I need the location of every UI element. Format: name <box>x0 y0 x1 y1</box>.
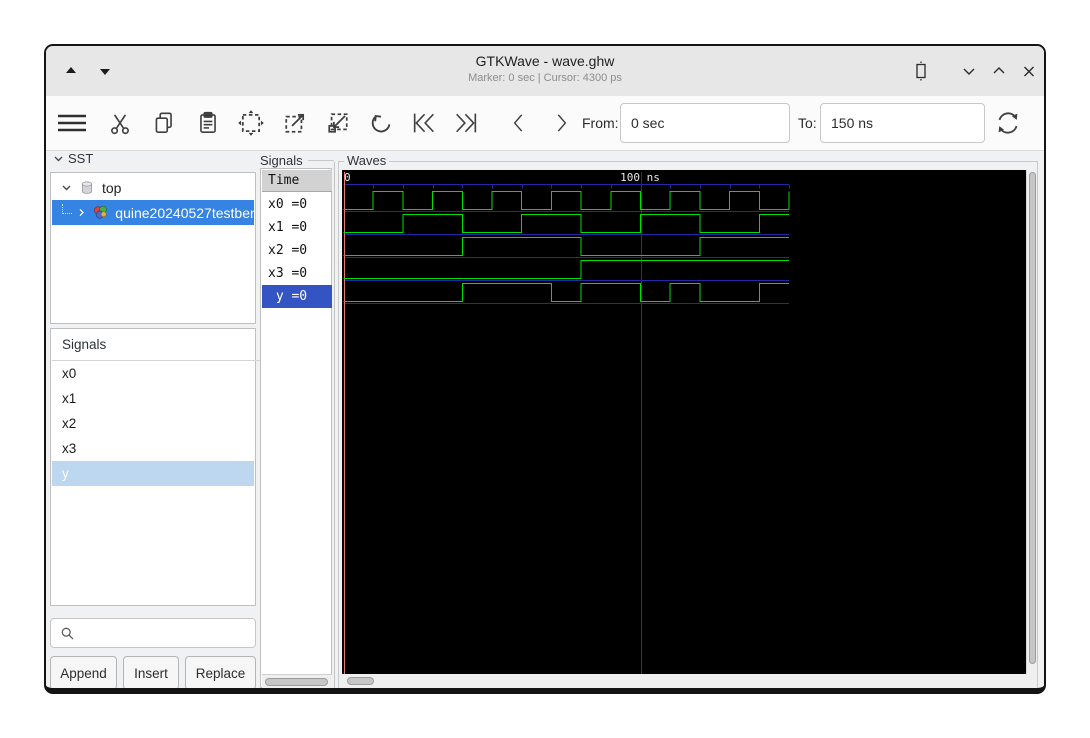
chevron-down-icon <box>62 185 71 191</box>
toolbar: From: To: <box>46 96 1044 151</box>
zoom-fit-button[interactable] <box>235 107 267 139</box>
zoom-out-button[interactable] <box>322 107 354 139</box>
fit-frame-icon[interactable] <box>910 60 932 82</box>
sst-header: SST <box>68 151 94 166</box>
signals-frame-line <box>308 160 334 161</box>
search-icon <box>61 627 74 640</box>
wave-vscrollbar[interactable] <box>1026 170 1037 674</box>
pane-splitter[interactable] <box>334 162 335 688</box>
cut-button[interactable] <box>104 107 136 139</box>
trace-name-x2[interactable]: x2 =0 <box>262 239 332 262</box>
zoom-in-button[interactable] <box>279 107 311 139</box>
gtkwave-window: GTKWave - wave.ghw Marker: 0 sec | Curso… <box>44 44 1046 694</box>
sst-tree: top quine20240527testbench <box>50 172 256 324</box>
sst-expander-icon[interactable] <box>52 152 66 166</box>
tree-item-testbench[interactable]: quine20240527testbench <box>52 200 254 225</box>
signal-list-item-x2[interactable]: x2 <box>52 411 254 436</box>
signal-list-item-y[interactable]: y <box>52 461 254 486</box>
undo-button[interactable] <box>365 107 397 139</box>
waves-frame-label: Waves <box>344 153 390 168</box>
go-first-button[interactable] <box>408 107 440 139</box>
trace-name-x1[interactable]: x1 =0 <box>262 216 332 239</box>
trace-name-y[interactable]: y =0 <box>262 285 332 308</box>
tree-branch-line <box>62 203 72 214</box>
go-back-button[interactable] <box>503 107 535 139</box>
insert-button[interactable]: Insert <box>123 656 179 688</box>
copy-button[interactable] <box>148 107 180 139</box>
time-header: Time <box>262 170 332 192</box>
append-button[interactable]: Append <box>50 656 117 688</box>
maximize-chevron-up-icon[interactable] <box>988 60 1010 82</box>
to-label: To: <box>798 115 817 131</box>
tree-item-label: top <box>102 179 122 196</box>
component-icon <box>94 205 108 219</box>
timeline-major-label: 100 ns <box>620 171 660 184</box>
cylinder-icon <box>82 181 92 194</box>
chevron-right-icon <box>79 208 84 217</box>
signal-search-panel: Signals x0 x1 x2 x3 y <box>50 328 264 606</box>
wave-hscrollbar-thumb[interactable] <box>347 677 374 685</box>
go-forward-button[interactable] <box>545 107 577 139</box>
titlebar[interactable]: GTKWave - wave.ghw Marker: 0 sec | Curso… <box>46 46 1044 97</box>
signals-frame-label: Signals <box>260 153 303 168</box>
shade-up-icon[interactable] <box>60 60 82 82</box>
to-input[interactable] <box>820 103 985 143</box>
wave-hscrollbar[interactable] <box>339 674 1037 688</box>
signal-name-hscrollbar[interactable] <box>262 674 332 688</box>
menu-button[interactable] <box>56 107 88 139</box>
signal-list-item-x3[interactable]: x3 <box>52 436 254 461</box>
from-input[interactable] <box>620 103 790 143</box>
signal-name-panel: Time x0 =0 x1 =0 x2 =0 x3 =0 y =0 <box>260 168 332 688</box>
signal-list-item-x0[interactable]: x0 <box>52 361 254 386</box>
from-label: From: <box>582 115 619 131</box>
shade-down-icon[interactable] <box>94 60 116 82</box>
wave-canvas[interactable]: 0 100 ns <box>342 170 1026 674</box>
replace-button[interactable]: Replace <box>185 656 256 688</box>
go-last-button[interactable] <box>450 107 482 139</box>
signal-list-item-x1[interactable]: x1 <box>52 386 254 411</box>
wave-vscrollbar-thumb[interactable] <box>1029 172 1036 664</box>
tree-item-top[interactable]: top <box>52 175 254 200</box>
tree-item-label: quine20240527testbench <box>115 204 254 221</box>
close-icon[interactable] <box>1018 60 1040 82</box>
left-signals-header: Signals <box>52 330 264 361</box>
trace-name-x3[interactable]: x3 =0 <box>262 262 332 285</box>
signal-name-hscrollbar-thumb[interactable] <box>265 678 328 686</box>
signal-search-input[interactable] <box>50 618 256 648</box>
paste-button[interactable] <box>192 107 224 139</box>
timeline-start-label: 0 <box>344 171 351 184</box>
trace-name-x0[interactable]: x0 =0 <box>262 193 332 216</box>
waveforms <box>343 172 790 674</box>
marker-cursor-status: Marker: 0 sec | Cursor: 4300 ps <box>468 72 622 84</box>
minimize-chevron-down-icon[interactable] <box>958 60 980 82</box>
window-title: GTKWave - wave.ghw <box>475 53 615 69</box>
reload-button[interactable] <box>992 107 1024 139</box>
